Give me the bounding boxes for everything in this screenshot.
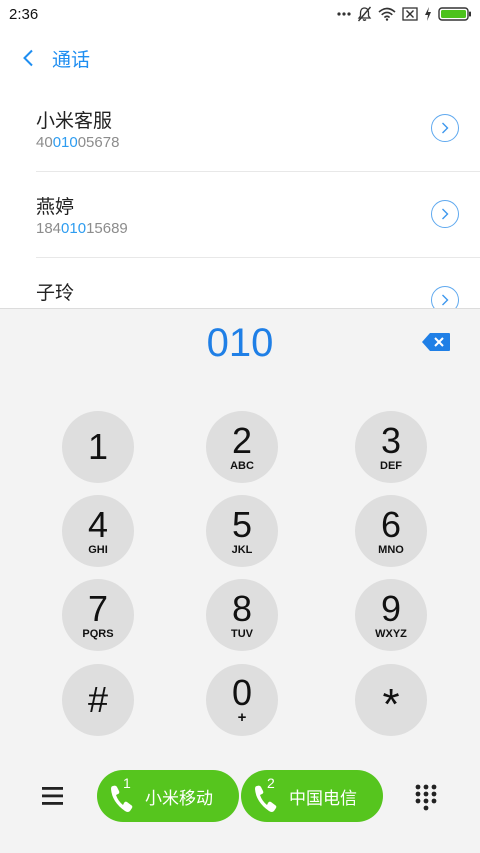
mute-icon [357,6,372,22]
bottom-action-bar: 1 小米移动 2 中国电信 [0,769,480,825]
contact-row[interactable]: 子玲 18401015678 [36,258,480,308]
backspace-icon [422,333,450,351]
key-9[interactable]: 9 WXYZ [355,579,427,651]
status-icons [337,6,472,22]
key-1[interactable]: 1 [62,411,134,483]
status-bar: 2:36 [0,0,480,28]
sim-off-icon [402,7,418,21]
dialpad-panel: 010 1 2 ABC 3 DEF 4 GHI 5 JKL 6 MNO 7 PQRS 8 TU… [0,308,480,853]
sim-carrier-label: 中国电信 [289,788,357,809]
phone-icon: 1 [109,775,139,812]
contact-number: 18401015689 [36,220,128,237]
contact-detail-button[interactable] [431,286,459,308]
more-dots-icon [337,12,351,16]
key-2[interactable]: 2 ABC [206,411,278,483]
contact-detail-button[interactable] [431,114,459,142]
contact-row[interactable]: 小米客服 4001005678 [36,86,480,172]
key-0[interactable]: 0 + [206,664,278,736]
contact-row[interactable]: 燕婷 18401015689 [36,172,480,258]
contact-list: 小米客服 4001005678 燕婷 18401015689 子玲 184010… [0,86,480,308]
key-3[interactable]: 3 DEF [355,411,427,483]
phone-icon: 2 [253,775,283,812]
key-4[interactable]: 4 GHI [62,495,134,567]
page-title: 通话 [52,48,91,71]
sim-index: 1 [123,775,131,791]
key-7[interactable]: 7 PQRS [62,579,134,651]
key-hash[interactable]: # [62,664,134,736]
contact-number: 4001005678 [36,134,120,151]
contact-detail-button[interactable] [431,200,459,228]
backspace-button[interactable] [421,331,451,353]
back-button[interactable] [0,30,56,86]
battery-icon [438,7,471,21]
chevron-right-icon [442,208,449,220]
call-sim1-button[interactable]: 1 小米移动 [97,770,239,822]
call-sim2-button[interactable]: 2 中国电信 [241,770,383,822]
contact-name: 燕婷 [36,196,75,218]
wifi-icon [378,7,396,21]
keypad-toggle-button[interactable] [414,783,438,811]
keypad-icon [415,784,437,811]
nav-bar: 通话 [0,30,480,86]
back-arrow-icon [23,49,33,67]
key-star[interactable]: * [355,664,427,736]
menu-icon [42,787,63,805]
contact-name: 子玲 [36,282,75,304]
charging-bolt-icon [425,7,431,21]
sim-index: 2 [267,775,275,791]
status-time: 2:36 [9,5,39,23]
sim-carrier-label: 小米移动 [145,788,213,809]
chevron-right-icon [442,294,449,306]
match-highlight: 010 [52,134,78,151]
key-8[interactable]: 8 TUV [206,579,278,651]
menu-button[interactable] [40,783,66,809]
match-highlight: 010 [61,220,87,237]
chevron-right-icon [442,122,449,134]
key-5[interactable]: 5 JKL [206,495,278,567]
key-6[interactable]: 6 MNO [355,495,427,567]
contact-name: 小米客服 [36,110,113,132]
dialed-number-field[interactable]: 010 [0,321,480,366]
